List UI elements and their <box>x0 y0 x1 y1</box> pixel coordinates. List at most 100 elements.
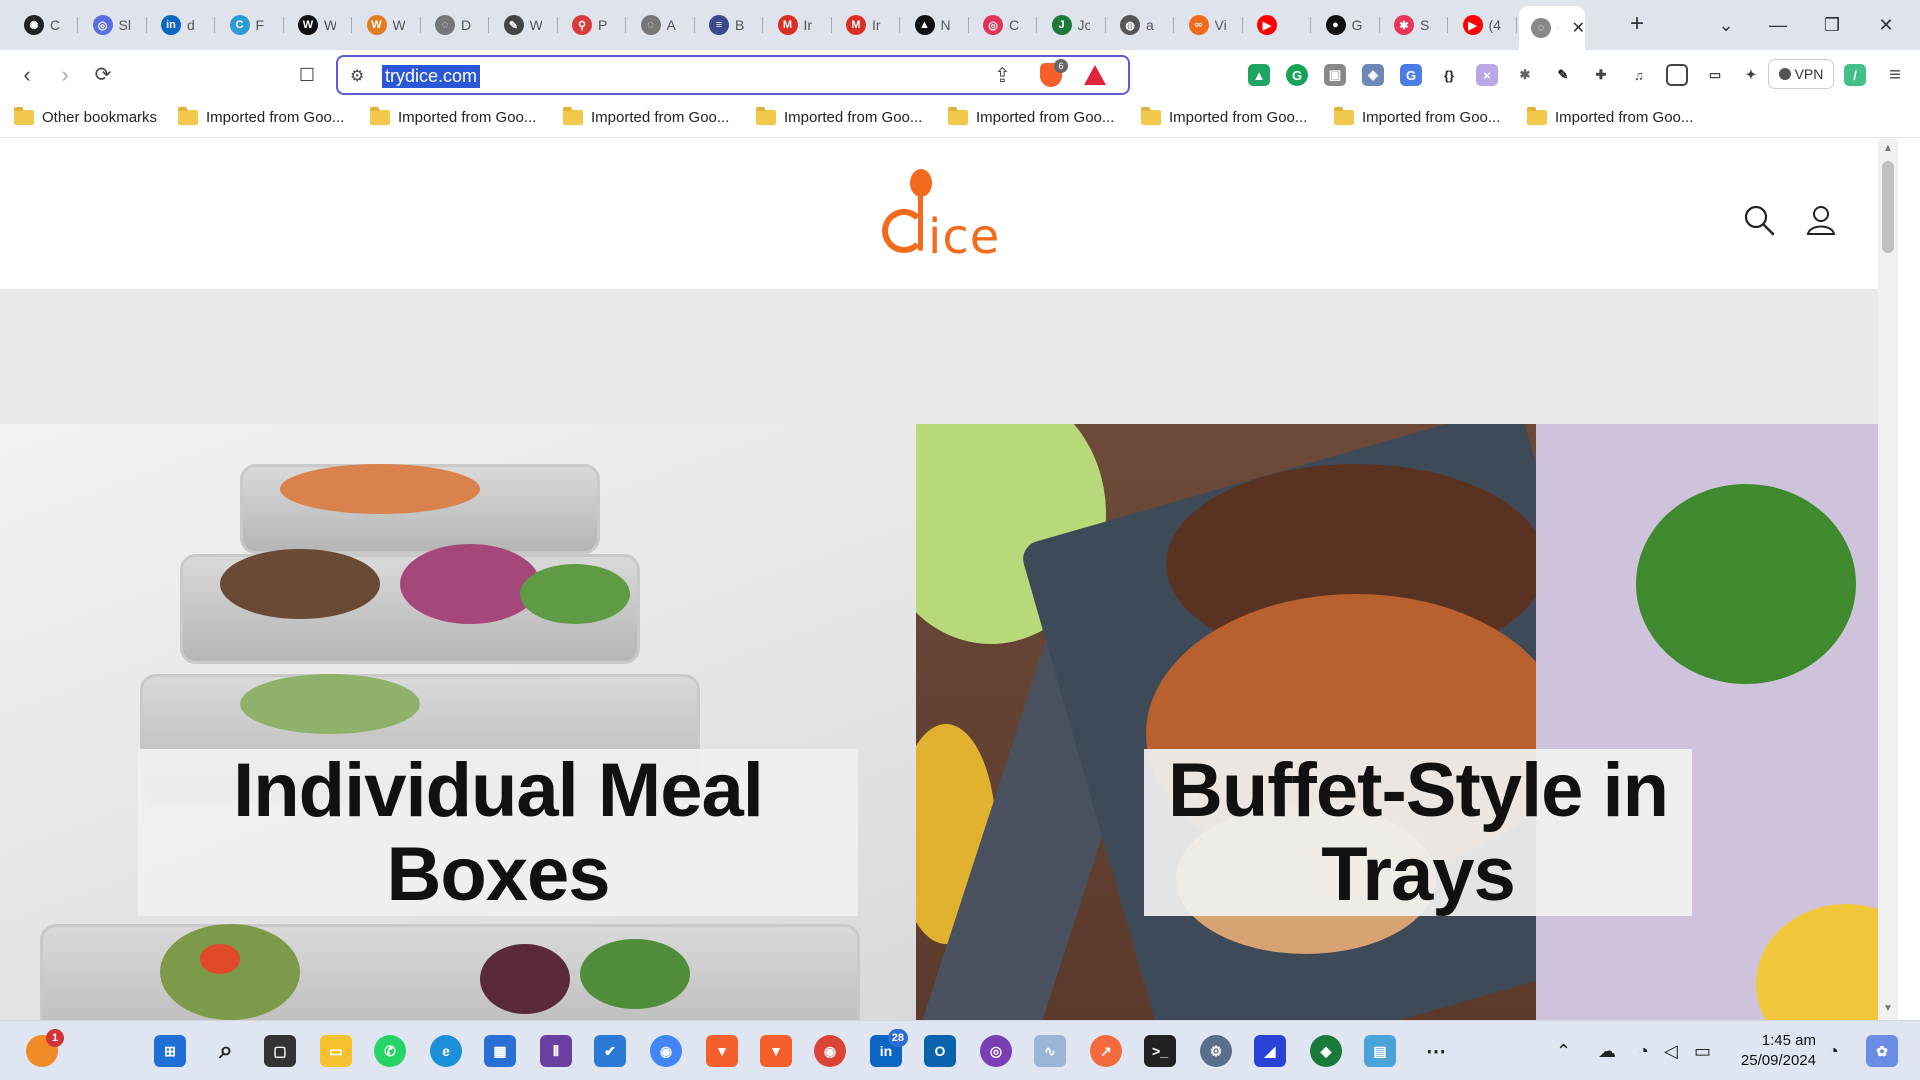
more-icon[interactable]: ⋯ <box>1420 1035 1452 1067</box>
browser-tab[interactable]: ⚲ P <box>560 8 626 42</box>
grammarly-icon[interactable]: G <box>1286 64 1308 86</box>
settings-icon[interactable]: ⚙ <box>1200 1035 1232 1067</box>
browser-tab[interactable]: M Ir <box>834 8 900 42</box>
store-icon[interactable]: ▦ <box>484 1035 516 1067</box>
onedrive-icon[interactable]: ☁ <box>1598 1041 1616 1062</box>
studio-icon[interactable]: ◢ <box>1254 1035 1286 1067</box>
shield-extension-icon[interactable]: ◈ <box>1362 64 1384 86</box>
address-bar[interactable]: ⚙ trydice.com ⇪ 6 <box>336 55 1130 95</box>
monitor-icon[interactable]: ∿ <box>1034 1035 1066 1067</box>
search-icon[interactable]: ⌕ <box>210 1035 242 1067</box>
whatsapp-icon[interactable]: ✆ <box>374 1035 406 1067</box>
scrollbar-thumb[interactable] <box>1882 161 1894 253</box>
close-window-button[interactable]: ✕ <box>1866 10 1906 40</box>
notification-bell-icon[interactable]: ◔ <box>1828 1041 1839 1062</box>
browser-tab[interactable]: ● G <box>1314 8 1380 42</box>
browser-tab[interactable]: WW <box>355 8 421 42</box>
bookmark-folder[interactable]: Imported from Goo... <box>1334 107 1500 126</box>
edge-icon[interactable]: e <box>430 1035 462 1067</box>
chevron-up-icon[interactable]: ⌃ <box>1556 1041 1571 1062</box>
json-viewer-icon[interactable]: {} <box>1438 64 1460 86</box>
page-scrollbar[interactable]: ▲ ▼ <box>1878 139 1898 1020</box>
browser-tab[interactable]: ≡ B <box>697 8 763 42</box>
postman-icon[interactable]: ↗ <box>1090 1035 1122 1067</box>
browser-tab[interactable]: ✎ W <box>492 8 558 42</box>
bookmark-folder[interactable]: Imported from Goo... <box>370 107 536 126</box>
share-icon[interactable]: ⇪ <box>994 63 1011 88</box>
bookmark-folder[interactable]: Imported from Goo... <box>756 107 922 126</box>
wallet-icon[interactable]: ▭ <box>1704 64 1726 86</box>
media-icon[interactable]: ♫ <box>1628 64 1650 86</box>
dice-logo[interactable]: ice <box>880 169 1000 265</box>
battery-icon[interactable]: ▭ <box>1694 1041 1711 1062</box>
forward-button[interactable]: › <box>50 60 80 90</box>
bookmark-folder[interactable]: Imported from Goo... <box>178 107 344 126</box>
bookmark-folder[interactable]: Imported from Goo... <box>563 107 729 126</box>
extension-stack-icon[interactable]: ▣ <box>1324 64 1346 86</box>
browser-tab[interactable]: M Ir <box>766 8 832 42</box>
dev-extension-icon[interactable]: × <box>1476 64 1498 86</box>
browser-tab[interactable]: ◍ a <box>1108 8 1174 42</box>
control-panel-icon[interactable]: ▤ <box>1364 1035 1396 1067</box>
outlook-icon[interactable]: O <box>924 1035 956 1067</box>
bookmark-folder[interactable]: Imported from Goo... <box>1141 107 1307 126</box>
chrome-icon[interactable]: ◉ <box>814 1035 846 1067</box>
clock[interactable]: 1:45 am 25/09/2024 <box>1730 1031 1816 1071</box>
volume-icon[interactable]: ◁ <box>1664 1041 1678 1062</box>
site-settings-icon[interactable]: ⚙ <box>350 66 364 86</box>
file-explorer-icon[interactable]: ▭ <box>320 1035 352 1067</box>
chrome-profile-icon[interactable]: ◉ <box>650 1035 682 1067</box>
browser-tab[interactable]: J Jc <box>1040 8 1106 42</box>
widgets-icon[interactable]: 1 <box>26 1029 64 1067</box>
bookmark-folder[interactable]: Imported from Goo... <box>1527 107 1693 126</box>
bookmark-folder[interactable]: Imported from Goo... <box>948 107 1114 126</box>
sidebar-icon[interactable] <box>1666 64 1688 86</box>
scroll-down-icon[interactable]: ▼ <box>1883 1003 1893 1014</box>
buffet-trays-title[interactable]: Buffet-Style in Trays <box>1144 748 1692 916</box>
browser-tab[interactable]: ▶ (4 <box>1451 8 1517 42</box>
meal-boxes-card[interactable]: Individual Meal Boxes <box>0 424 916 1020</box>
browser-tab[interactable]: WW <box>286 8 352 42</box>
menu-icon[interactable]: ≡ <box>1880 60 1910 90</box>
browser-tab[interactable]: ◎ C <box>971 8 1037 42</box>
buffet-trays-card[interactable]: Buffet-Style in Trays <box>916 424 1878 1020</box>
extensions-puzzle-icon[interactable]: ✚ <box>1590 64 1612 86</box>
wifi-icon[interactable]: ◔ <box>1638 1041 1649 1062</box>
browser-tab[interactable]: ◌ D <box>423 8 489 42</box>
bookmark-icon[interactable]: ☐ <box>292 60 322 90</box>
back-button[interactable]: ‹ <box>12 60 42 90</box>
browser-tab[interactable]: ✱ S <box>1382 8 1448 42</box>
brave-rewards-icon[interactable] <box>1084 65 1106 85</box>
browser-tab[interactable]: ◎ Sl <box>81 8 147 42</box>
search-icon[interactable] <box>1742 203 1776 237</box>
account-icon[interactable] <box>1804 203 1838 237</box>
linkedin-icon[interactable]: in 28 <box>870 1029 908 1067</box>
vpn-button[interactable]: VPN <box>1768 59 1834 89</box>
terminal-icon[interactable]: >_ <box>1144 1035 1176 1067</box>
reload-button[interactable]: ⟳ <box>88 60 118 90</box>
browser-tab[interactable]: ▶ <box>1245 8 1311 42</box>
browser-tab[interactable]: ✺ C <box>12 8 78 42</box>
todo-icon[interactable]: ✔ <box>594 1035 626 1067</box>
leo-ai-icon[interactable]: ✦ <box>1740 64 1762 86</box>
bookmark-folder[interactable]: Other bookmarks <box>14 107 157 126</box>
bug-icon[interactable]: ✱ <box>1514 64 1536 86</box>
browser-tab[interactable]: ◌ A <box>629 8 695 42</box>
new-tab-button[interactable]: + <box>1622 10 1652 40</box>
brave-active-icon[interactable]: ▼ <box>706 1035 738 1067</box>
extension-green-icon[interactable]: / <box>1844 64 1866 86</box>
browser-tab[interactable]: ▲ N <box>903 8 969 42</box>
google-drive-icon[interactable]: ▲ <box>1248 64 1270 86</box>
close-tab-icon[interactable]: ✕ <box>1572 18 1585 38</box>
brave-icon[interactable]: ▼ <box>760 1035 792 1067</box>
task-view-icon[interactable]: ▢ <box>264 1035 296 1067</box>
minimize-button[interactable]: — <box>1758 10 1798 40</box>
mongodb-icon[interactable]: ◆ <box>1310 1035 1342 1067</box>
start-icon[interactable]: ⊞ <box>154 1035 186 1067</box>
meal-boxes-title[interactable]: Individual Meal Boxes <box>138 748 858 916</box>
eyedropper-icon[interactable]: ✎ <box>1552 64 1574 86</box>
podcast-icon[interactable]: ◎ <box>980 1035 1012 1067</box>
browser-tab[interactable]: ∞ Vi <box>1177 8 1243 42</box>
translate-icon[interactable]: G <box>1400 64 1422 86</box>
app-purple-icon[interactable]: ⦀ <box>540 1035 572 1067</box>
